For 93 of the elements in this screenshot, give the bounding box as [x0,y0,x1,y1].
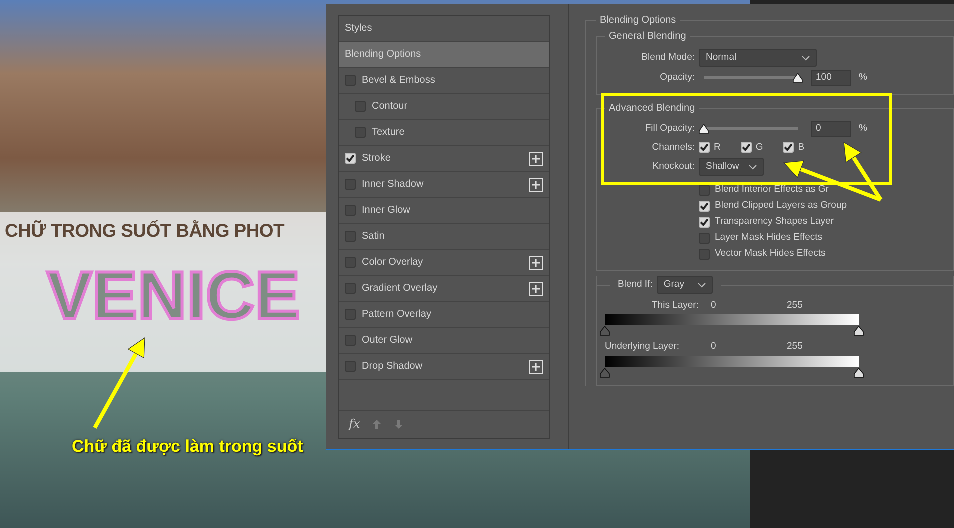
add-icon[interactable] [529,152,543,166]
caret-icon [698,282,706,288]
checkbox[interactable] [699,248,710,260]
style-list-item[interactable]: Satin [339,224,549,250]
item-label: Texture [372,126,405,138]
range-label: Underlying Layer: [605,341,680,353]
add-icon[interactable] [529,178,543,192]
style-list-item[interactable]: Inner Glow [339,198,549,224]
unit-label: % [859,122,868,134]
checkbox[interactable] [699,216,710,228]
style-list-item[interactable]: Pattern Overlay [339,302,549,328]
add-icon[interactable] [529,256,543,270]
checkbox[interactable] [355,101,366,112]
option-label: Transparency Shapes Layer [715,216,834,228]
field-label: Fill Opacity: [644,122,695,134]
field-label: Knockout: [652,161,695,173]
option-label: Blend Interior Effects as Gr [715,184,829,196]
range-thumb[interactable] [600,368,610,378]
field-label: Opacity: [659,72,695,84]
checkbox[interactable] [699,142,710,153]
number-field[interactable]: 0 [811,120,851,136]
slider-thumb[interactable] [793,73,803,83]
group-title: Blending Options [596,15,680,26]
item-label: Satin [362,230,385,242]
item-label: Drop Shadow [362,360,423,372]
dropdown[interactable]: Normal [699,49,817,67]
checkbox[interactable] [345,361,356,372]
checkbox[interactable] [345,335,356,346]
checkbox[interactable] [345,309,356,320]
checkbox[interactable] [699,232,710,244]
option-label: Blend Clipped Layers as Group [715,200,848,212]
style-list-item[interactable]: Blending Options [339,42,549,68]
range-value: 255 [787,341,803,353]
range-thumb[interactable] [600,326,610,336]
style-list-item[interactable]: Contour [339,94,549,120]
add-icon[interactable] [529,360,543,374]
channel-label: R [714,142,721,154]
style-list-item[interactable]: Bevel & Emboss [339,68,549,94]
style-list-item[interactable]: Texture [339,120,549,146]
banner-title: CHỮ TRONG SUỐT BẰNG PHOT [5,220,284,242]
checkbox[interactable] [355,127,366,138]
caret-icon [802,56,810,60]
checkbox[interactable] [740,142,752,153]
range-value: 0 [711,300,718,312]
item-label: Bevel & Emboss [362,74,436,86]
checkbox[interactable] [345,231,356,242]
checkbox[interactable] [345,153,356,164]
option-label: Vector Mask Hides Effects [715,248,826,260]
field-label: Blend Mode: [640,52,695,64]
style-list-item[interactable]: Color Overlay [339,250,549,276]
dropdown[interactable]: Gray [656,276,713,294]
range-thumb[interactable] [854,326,864,336]
fx-button[interactable]: fx [349,417,360,432]
checkbox[interactable] [345,179,356,190]
range-label: This Layer: [651,300,700,312]
checkbox[interactable] [345,205,356,216]
item-label: Gradient Overlay [362,282,438,294]
group-title: Advanced Blending [605,103,700,114]
checkbox[interactable] [699,184,710,196]
unit-label: % [859,72,868,84]
item-label: Outer Glow [362,334,413,346]
checkbox[interactable] [783,142,794,153]
headline-text: VENICE [47,262,300,330]
style-list-item[interactable]: Gradient Overlay [339,276,549,302]
item-label: Pattern Overlay [362,308,432,320]
item-label: Stroke [362,152,391,164]
checkbox[interactable] [345,257,356,268]
checkbox[interactable] [699,200,710,212]
option-label: Layer Mask Hides Effects [715,232,823,244]
item-label: Color Overlay [362,256,424,268]
item-label: Inner Glow [362,204,410,216]
slider-thumb[interactable] [699,124,709,134]
style-list-item[interactable]: Stroke [339,146,549,172]
style-list-item[interactable]: Outer Glow [339,328,549,354]
number-field[interactable]: 100 [811,70,851,86]
range-thumb[interactable] [854,368,864,378]
item-label: Contour [372,100,408,112]
range-value: 255 [787,300,803,312]
style-list-item[interactable]: Inner Shadow [339,172,549,198]
field-label: Channels: [651,142,695,154]
channel-label: B [798,142,805,154]
field-label: Blend If: [618,279,653,291]
range-value: 0 [711,341,718,353]
caret-icon [749,164,757,170]
dropdown[interactable]: Shallow [699,158,764,176]
checkbox[interactable] [345,283,356,294]
channel-label: G [756,142,764,154]
add-icon[interactable] [529,282,543,296]
style-list-item[interactable]: Drop Shadow [339,354,549,380]
annotation-text: Chữ đã được làm trong suốt [72,437,304,458]
group-title: General Blending [605,31,690,42]
checkbox[interactable] [345,75,356,86]
item-label: Inner Shadow [362,178,424,190]
